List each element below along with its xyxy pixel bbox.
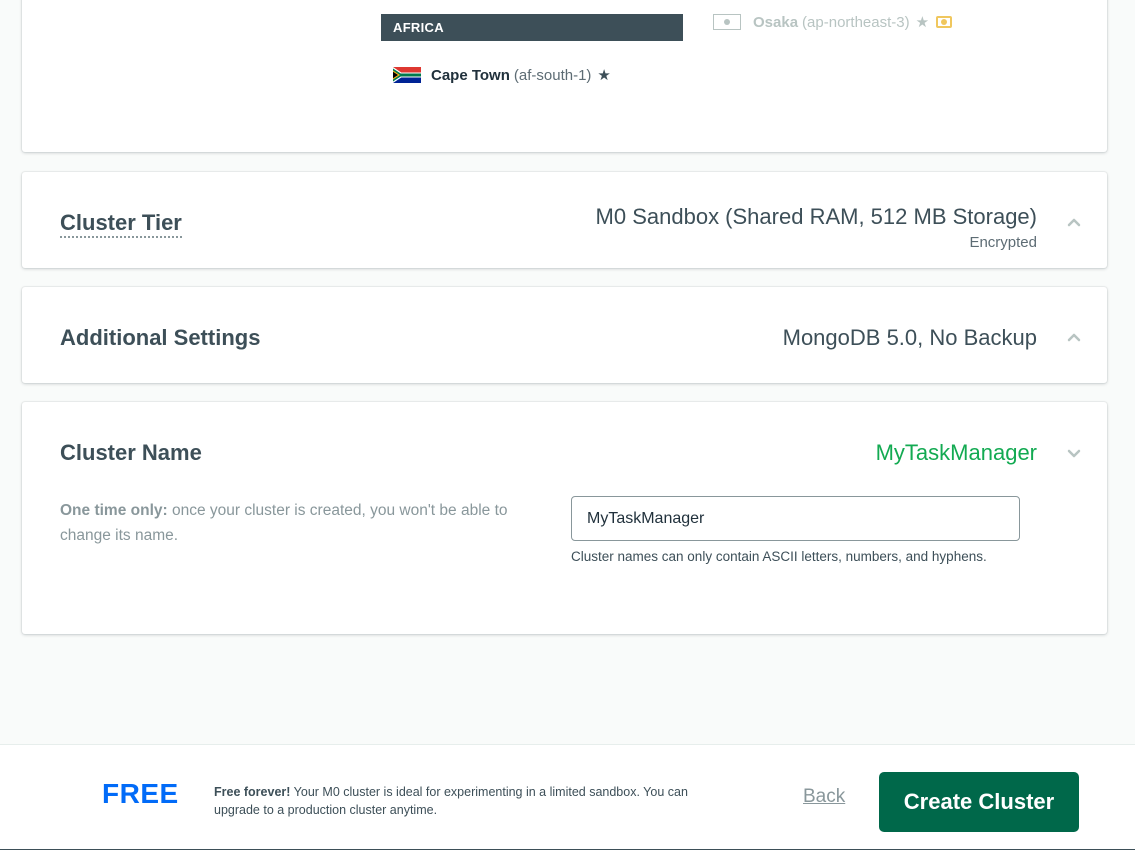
footer-bar: FREE Free forever! Your M0 cluster is id… [0,744,1135,850]
region-name: Osaka [753,13,799,31]
back-link[interactable]: Back [803,786,845,808]
create-cluster-button[interactable]: Create Cluster [879,772,1079,832]
cluster-tier-value: M0 Sandbox (Shared RAM, 512 MB Storage) [595,204,1037,229]
cluster-tier-section[interactable]: Cluster Tier M0 Sandbox (Shared RAM, 512… [22,172,1107,268]
price-label: FREE [102,778,179,809]
additional-settings-title: Additional Settings [60,325,261,350]
money-icon [936,16,953,28]
star-icon: ★ [597,67,611,84]
star-icon: ★ [915,14,930,31]
south-africa-flag-icon [393,67,421,83]
footer-text-bold: Free forever! [214,785,291,799]
chevron-down-icon[interactable] [1067,446,1081,460]
cluster-name-title: Cluster Name [60,440,202,465]
cluster-tier-title-text: Cluster Tier [60,210,182,239]
region-header-africa: AFRICA [381,14,683,41]
region-option-osaka[interactable]: Osaka (ap-northeast-3) ★ [713,13,953,31]
cluster-tier-title: Cluster Tier [60,210,182,239]
japan-flag-icon [713,14,741,30]
additional-settings-section[interactable]: Additional Settings MongoDB 5.0, No Back… [22,287,1107,383]
region-option-cape-town[interactable]: Cape Town (af-south-1) ★ [393,66,611,84]
additional-settings-value: MongoDB 5.0, No Backup [782,325,1037,350]
chevron-up-icon[interactable] [1067,215,1081,229]
cluster-name-input[interactable] [571,496,1020,541]
chevron-up-icon[interactable] [1067,330,1081,344]
region-name: Cape Town [431,66,510,84]
cluster-name-hint: Cluster names can only contain ASCII let… [571,549,987,564]
cluster-name-value: MyTaskManager [875,440,1037,465]
cluster-name-note: One time only: once your cluster is crea… [60,498,510,548]
region-code: (af-south-1) [513,66,592,84]
footer-description: Free forever! Your M0 cluster is ideal f… [214,783,724,819]
cluster-name-section: Cluster Name MyTaskManager One time only… [22,402,1107,634]
note-bold: One time only: [60,502,168,519]
region-code: (ap-northeast-3) [802,13,910,31]
region-card: AFRICA Osaka (ap-northeast-3) ★ Cape Tow… [22,0,1107,152]
cluster-tier-encrypted: Encrypted [969,234,1037,251]
